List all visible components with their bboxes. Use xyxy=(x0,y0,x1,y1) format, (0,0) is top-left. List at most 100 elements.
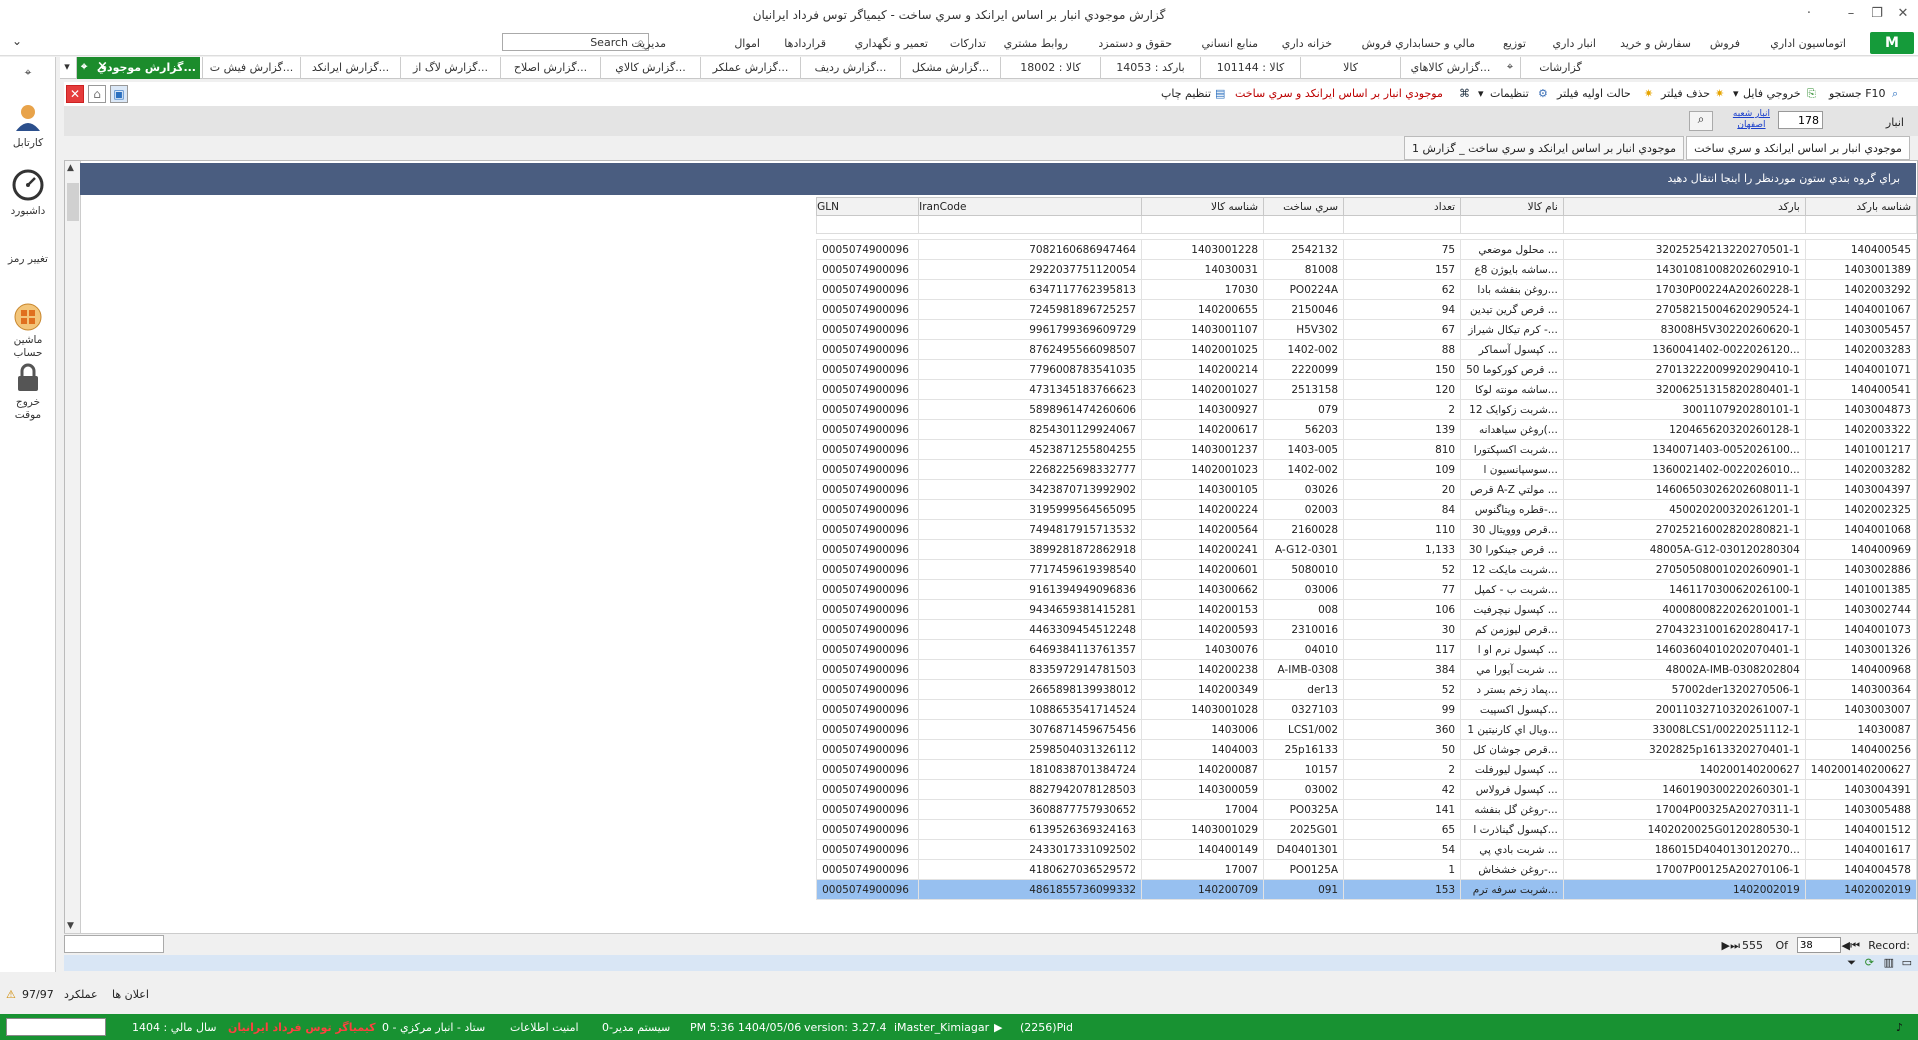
tab-goods-report[interactable]: گزارش کالاي... xyxy=(600,57,700,79)
home-icon[interactable]: ⌂ xyxy=(88,85,106,103)
menu-item-assets[interactable]: اموال xyxy=(734,37,760,50)
initial-filter-button[interactable]: حالت اوليه فيلتر xyxy=(1557,87,1631,100)
table-row[interactable]: 0005074900096 9161394949096836 140300662 03… xyxy=(816,579,1918,600)
menu-item-payroll[interactable]: حقوق و دستمزد xyxy=(1098,37,1172,50)
table-row[interactable]: 0005074900096 7082160686947464 1403001228 2… xyxy=(816,239,1918,260)
table-row[interactable]: 0005074900096 2433017331092502 140400149 D4… xyxy=(816,839,1918,860)
close-button[interactable]: ✕ xyxy=(1888,6,1918,21)
table-row[interactable]: 0005074900096 6469384113761357 14030076 040… xyxy=(816,639,1918,660)
column-header[interactable]: بارکد xyxy=(1562,197,1806,216)
tab-performance-report[interactable]: گزارش عملکر... xyxy=(700,57,800,79)
menu-item-contracts[interactable]: قراردادها xyxy=(784,37,826,50)
subtab-inventory-report1[interactable]: موجودي انبار بر اساس ايرانکد و سري ساخت … xyxy=(1404,136,1684,160)
table-row[interactable]: 0005074900096 4731345183766623 1402001027 2… xyxy=(816,379,1918,400)
filter-cell[interactable] xyxy=(1562,215,1806,234)
menu-item-warehouse[interactable]: انبار داري xyxy=(1553,37,1596,50)
table-row[interactable]: 0005074900096 6347117762395813 17030 PO0224… xyxy=(816,279,1918,300)
export-dropdown-icon[interactable]: ▾ xyxy=(1733,87,1739,100)
table-row[interactable]: 0005074900096 3076871459675456 1403006 LCS1… xyxy=(816,719,1918,740)
nav-search-input[interactable] xyxy=(64,935,164,953)
column-header[interactable]: شناسه بارکد xyxy=(1804,197,1918,216)
first-record-button[interactable]: ⏮ xyxy=(1850,939,1860,953)
filter-icon[interactable]: ⏷ xyxy=(1847,956,1856,970)
table-row[interactable]: 0005074900096 5898961474260606 140300927 07… xyxy=(816,399,1918,420)
menu-item-automation[interactable]: اتوماسيون اداري xyxy=(1770,37,1846,50)
pin-icon[interactable]: · xyxy=(1794,6,1824,21)
table-row[interactable]: 0005074900096 7494817915713532 140200564 21… xyxy=(816,519,1918,540)
warehouse-code-input[interactable] xyxy=(1778,111,1823,129)
subtab-inventory[interactable]: موجودي انبار بر اساس ايرانکد و سري ساخت xyxy=(1686,136,1910,160)
collapse-menu-icon[interactable]: ⌄ xyxy=(12,34,22,48)
menu-item-purchase[interactable]: سفارش و خريد xyxy=(1620,37,1691,50)
column-header[interactable]: سري ساخت xyxy=(1263,197,1345,216)
table-row[interactable]: 0005074900096 8827942078128503 140300059 03… xyxy=(816,779,1918,800)
tab-correction-report[interactable]: گزارش اصلاح... xyxy=(500,57,600,79)
column-header[interactable]: نام کالا xyxy=(1460,197,1564,216)
tab-close-icon[interactable]: × xyxy=(97,59,108,74)
column-header[interactable]: تعداد xyxy=(1343,197,1462,216)
lookup-search-icon[interactable]: ⌕ xyxy=(1689,111,1713,131)
sidebar-pin-icon[interactable]: ⌖ xyxy=(0,65,56,80)
menu-item-hr[interactable]: منابع انساني xyxy=(1202,37,1259,50)
settings-button[interactable]: تنظيمات xyxy=(1490,87,1529,100)
scroll-thumb[interactable] xyxy=(67,183,79,221)
table-row[interactable]: 0005074900096 2665898139938012 140200349 de… xyxy=(816,679,1918,700)
print-setup-button[interactable]: تنظيم چاپ xyxy=(1161,87,1211,100)
window-icon[interactable]: ▣ xyxy=(110,85,128,103)
filter-cell[interactable] xyxy=(1263,215,1345,234)
bell-icon[interactable]: ♪ xyxy=(1896,1021,1903,1034)
table-row[interactable]: 0005074900096 7245981896725257 140200655 21… xyxy=(816,299,1918,320)
menu-item-sales[interactable]: فروش xyxy=(1710,37,1740,50)
scroll-up-icon[interactable]: ▲ xyxy=(67,163,74,173)
filter-row-cells[interactable] xyxy=(816,215,1918,234)
sidebar-item-calculator[interactable]: ماشين حساب xyxy=(0,303,56,360)
tab-log-report[interactable]: گزارش لاگ از... xyxy=(400,57,500,79)
table-row[interactable]: 0005074900096 2598504031326112 1404003 25p1… xyxy=(816,739,1918,760)
sidebar-item-dashboard[interactable]: داشبورد xyxy=(0,169,56,217)
tab-irancode-report[interactable]: گزارش ايرانکد... xyxy=(300,57,400,79)
table-row[interactable]: 0005074900096 3195999564565095 140200224 02… xyxy=(816,499,1918,520)
table-row[interactable]: 0005074900096 9434659381415281 140200153 00… xyxy=(816,599,1918,620)
column-header[interactable]: IranCode xyxy=(918,197,1143,216)
table-row[interactable]: 0005074900096 1810838701384724 140200087 10… xyxy=(816,759,1918,780)
tab-pin-icon[interactable]: ⌖ xyxy=(81,60,87,74)
announcements-link[interactable]: اعلان ها xyxy=(112,988,149,1001)
close-report-button[interactable]: ✕ xyxy=(66,85,84,103)
next-record-button[interactable]: ▶ xyxy=(1722,939,1730,952)
current-record-input[interactable] xyxy=(1797,937,1841,953)
table-row[interactable]: 0005074900096 4861855736099332 140200709 09… xyxy=(816,879,1918,900)
table-row[interactable]: 0005074900096 8254301129924067 140200617 56… xyxy=(816,419,1918,440)
filter-cell[interactable] xyxy=(1141,215,1265,234)
filter-cell[interactable] xyxy=(1343,215,1462,234)
performance-link[interactable]: عملکرد xyxy=(64,988,98,1001)
search-input[interactable]: Search ⌕ xyxy=(502,33,649,51)
tab-goods-18002[interactable]: کالا : 18002 xyxy=(1000,57,1100,79)
refresh-icon[interactable]: ⟳ xyxy=(1865,956,1874,969)
menu-item-management[interactable]: مديريت xyxy=(631,37,666,50)
tab-problem-report[interactable]: گزارش مشکل... xyxy=(900,57,1000,79)
menu-item-crm[interactable]: روابط مشتري xyxy=(1004,37,1068,50)
warehouse-status[interactable]: ستاد - انبار مرکزي - 0 xyxy=(382,1021,485,1034)
status-input[interactable] xyxy=(6,1018,106,1036)
column-header[interactable]: شناسه کالا xyxy=(1141,197,1265,216)
table-row[interactable]: 0005074900096 7796008783541035 140200214 22… xyxy=(816,359,1918,380)
tab-goods-reports[interactable]: گزارش کالاهاي... xyxy=(1400,57,1500,79)
tabs-dropdown-icon[interactable]: ▾ xyxy=(60,57,74,79)
table-row[interactable]: 0005074900096 3423870713992902 140300105 03… xyxy=(816,479,1918,500)
tab-inventory-report[interactable]: ⌖ × گزارش موجودي... xyxy=(76,57,200,79)
columns-icon[interactable]: ▥ xyxy=(1884,956,1894,969)
filter-cell[interactable] xyxy=(1804,215,1918,234)
layout-icon[interactable]: ▭ xyxy=(1902,956,1912,969)
menu-item-finance[interactable]: مالي و حسابداري فروش xyxy=(1362,37,1475,50)
table-row[interactable]: 0005074900096 3608877757930652 17004 PO0325… xyxy=(816,799,1918,820)
filter-cell[interactable] xyxy=(918,215,1143,234)
remove-filter-button[interactable]: حذف فيلتر xyxy=(1661,87,1710,100)
last-record-button[interactable]: ⏭ xyxy=(1730,939,1740,953)
tab-reports[interactable]: گزارشات xyxy=(1520,57,1600,79)
warehouse-name-link[interactable]: انبار شعبه اصفهان xyxy=(1733,109,1770,131)
table-row[interactable]: 0005074900096 4180627036529572 17007 PO0125… xyxy=(816,859,1918,880)
table-row[interactable]: 0005074900096 8762495566098507 1402001025 1… xyxy=(816,339,1918,360)
menu-item-distribution[interactable]: توزيع xyxy=(1503,37,1526,50)
menu-item-procurement[interactable]: تدارکات xyxy=(950,37,986,50)
settings-dropdown-icon[interactable]: ▾ xyxy=(1478,87,1484,100)
